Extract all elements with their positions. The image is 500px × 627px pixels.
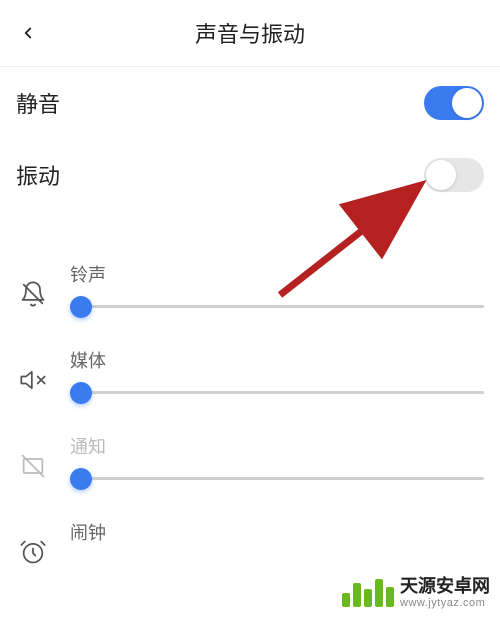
bell-off-icon bbox=[16, 277, 50, 311]
ringtone-slider[interactable] bbox=[70, 305, 484, 308]
slider-thumb[interactable] bbox=[70, 382, 92, 404]
vibrate-label: 振动 bbox=[16, 159, 60, 191]
toggle-knob bbox=[452, 88, 482, 118]
media-slider[interactable] bbox=[70, 391, 484, 394]
alarm-row: 闹钟 bbox=[16, 519, 484, 569]
notification-row: 通知 bbox=[16, 433, 484, 483]
media-label: 媒体 bbox=[70, 347, 484, 373]
watermark: 天源安卓网 www.jytyaz.com bbox=[342, 577, 490, 609]
watermark-text: 天源安卓网 www.jytyaz.com bbox=[400, 577, 490, 609]
header: 声音与振动 bbox=[0, 0, 500, 66]
notification-slider[interactable] bbox=[70, 477, 484, 480]
toggle-knob bbox=[426, 160, 456, 190]
media-slider-content: 媒体 bbox=[70, 347, 484, 394]
alarm-label: 闹钟 bbox=[70, 519, 484, 545]
mute-row: 静音 bbox=[0, 67, 500, 139]
page-title: 声音与振动 bbox=[16, 17, 484, 49]
back-icon[interactable] bbox=[16, 21, 40, 45]
slider-thumb[interactable] bbox=[70, 468, 92, 490]
watermark-url: www.jytyaz.com bbox=[400, 597, 490, 609]
watermark-logo-icon bbox=[342, 579, 394, 607]
alarm-icon bbox=[16, 535, 50, 569]
notification-slider-content: 通知 bbox=[70, 433, 484, 480]
alarm-slider-content: 闹钟 bbox=[70, 519, 484, 563]
mute-label: 静音 bbox=[16, 87, 60, 119]
ringtone-row: 铃声 bbox=[16, 261, 484, 311]
media-row: 媒体 bbox=[16, 347, 484, 397]
ringtone-label: 铃声 bbox=[70, 261, 484, 287]
notification-off-icon bbox=[16, 449, 50, 483]
volume-off-icon bbox=[16, 363, 50, 397]
slider-thumb[interactable] bbox=[70, 296, 92, 318]
notification-label: 通知 bbox=[70, 433, 484, 459]
vibrate-toggle[interactable] bbox=[424, 158, 484, 192]
sliders-section: 铃声 媒体 通知 bbox=[0, 261, 500, 569]
mute-toggle[interactable] bbox=[424, 86, 484, 120]
ringtone-slider-content: 铃声 bbox=[70, 261, 484, 308]
vibrate-row: 振动 bbox=[0, 139, 500, 211]
watermark-title: 天源安卓网 bbox=[400, 577, 490, 597]
